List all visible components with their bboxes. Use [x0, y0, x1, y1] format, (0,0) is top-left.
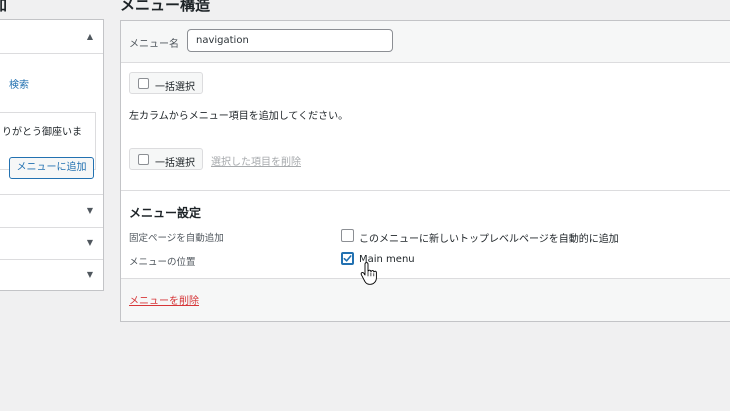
delete-menu-link[interactable]: メニューを削除 [129, 292, 199, 307]
menu-instructions: 左カラムからメニュー項目を追加してください。 [129, 111, 349, 122]
expand-arrow-icon[interactable]: ▼ [87, 238, 93, 247]
accordion-section-pages[interactable]: ▲ [0, 20, 103, 54]
menu-footer: メニューを削除 [121, 278, 730, 321]
bulk-select-label: 一括選択 [155, 82, 195, 93]
add-menu-items-heading: 加 [0, 0, 7, 15]
auto-add-pages-option[interactable]: このメニューに新しいトップレベルページを自動的に追加 [359, 230, 619, 245]
accordion-section-posts[interactable]: ▼ [0, 194, 103, 228]
menu-location-label: メニューの位置 [129, 257, 196, 268]
accordion-section-custom-links[interactable]: ▼ [0, 227, 103, 260]
hand-pointer-cursor-icon [360, 262, 377, 285]
menu-edit-panel: メニュー名 一括選択 左カラムからメニュー項目を追加してください。 一括選択 選… [120, 20, 730, 322]
bulk-select-checkbox[interactable] [138, 154, 149, 165]
checkmark-icon [343, 255, 352, 262]
menu-structure-heading: メニュー構造 [120, 0, 211, 14]
bulk-select-toggle-bottom[interactable]: 一括選択 [129, 148, 203, 170]
menu-name-label: メニュー名 [129, 39, 179, 50]
bulk-select-checkbox[interactable] [138, 78, 149, 89]
main-menu-location-checkbox[interactable] [341, 252, 354, 265]
bulk-select-toggle-top[interactable]: 一括選択 [129, 72, 203, 94]
menu-header: メニュー名 [121, 21, 730, 63]
menu-name-input[interactable] [187, 29, 393, 52]
bulk-select-label: 一括選択 [155, 158, 195, 169]
add-menu-items-panel: ▲ 検索 りがとう御座いま メニューに追加 ▼ ▼ ▼ [0, 19, 104, 291]
add-to-menu-button[interactable]: メニューに追加 [9, 157, 94, 179]
auto-add-pages-label: 固定ページを自動追加 [129, 233, 224, 244]
accordion-section-categories[interactable]: ▼ [0, 260, 103, 291]
search-result-item[interactable]: りがとう御座いま [2, 123, 82, 138]
search-tab-link[interactable]: 検索 [9, 76, 29, 91]
section-divider [121, 190, 730, 191]
collapse-arrow-icon[interactable]: ▲ [87, 32, 93, 41]
delete-selected-items-link[interactable]: 選択した項目を削除 [211, 153, 301, 168]
expand-arrow-icon[interactable]: ▼ [87, 270, 93, 279]
auto-add-pages-checkbox[interactable] [341, 229, 354, 242]
expand-arrow-icon[interactable]: ▼ [87, 206, 93, 215]
menu-settings-heading: メニュー設定 [129, 206, 202, 220]
